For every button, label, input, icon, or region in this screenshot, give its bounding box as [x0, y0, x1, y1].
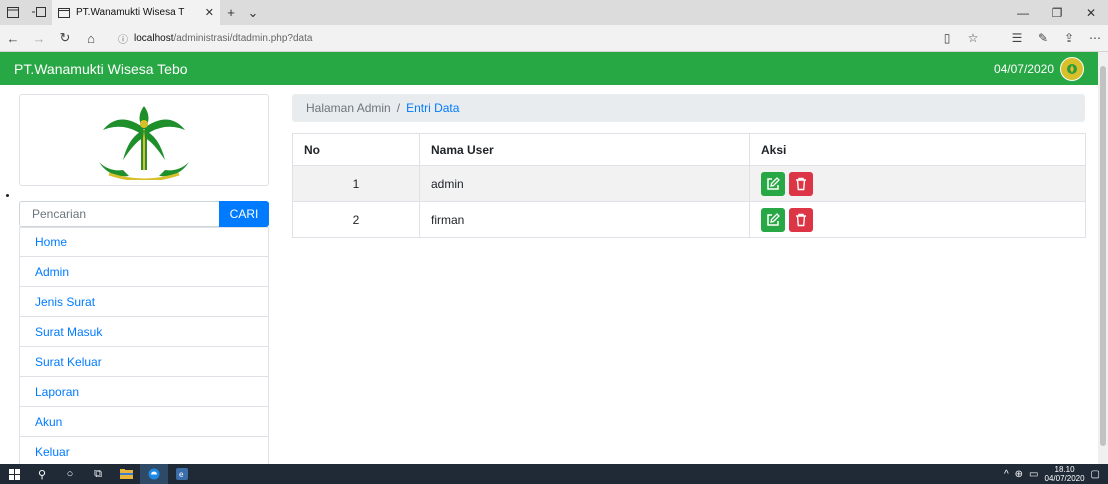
os-taskbar: ⚲ ○ ⧉ e ^ ⊕ ▭ 18.10 04/07/2020 ▢ — [0, 464, 1108, 484]
header-aksi: Aksi — [749, 133, 1086, 166]
pen-icon[interactable]: ✎ — [1030, 31, 1056, 45]
sidebar-item-laporan[interactable]: Laporan — [19, 377, 269, 407]
breadcrumb-active[interactable]: Entri Data — [406, 101, 459, 115]
close-tab-icon[interactable]: ✕ — [205, 6, 214, 19]
sidebar-item-jenis-surat[interactable]: Jenis Surat — [19, 287, 269, 317]
notifications-icon[interactable]: ▢ — [1091, 469, 1100, 480]
table-row: 2 firman — [292, 201, 1086, 238]
row-number: 2 — [292, 201, 420, 238]
set-aside-tabs-icon[interactable] — [26, 0, 52, 25]
trash-icon — [796, 213, 807, 226]
company-logo-icon — [1060, 56, 1084, 81]
address-bar: ← → ↻ ⌂ ⓘ localhost/administrasi/dtadmin… — [0, 25, 1108, 52]
edit-button[interactable] — [761, 171, 785, 196]
info-icon[interactable]: ⓘ — [118, 31, 128, 46]
page-scrollbar[interactable] — [1098, 52, 1108, 464]
table-header-row: No Nama User Aksi — [292, 133, 1086, 166]
system-tray: ^ ⊕ ▭ 18.10 04/07/2020 ▢ — [1004, 465, 1108, 483]
tab-title: PT.Wanamukti Wisesa T — [76, 7, 185, 18]
url-host: localhost — [134, 32, 174, 44]
navbar-date: 04/07/2020 — [993, 61, 1054, 76]
sidebar-item-home[interactable]: Home — [19, 227, 269, 257]
browser-tab[interactable]: PT.Wanamukti Wisesa T ✕ — [52, 0, 220, 25]
navbar-brand[interactable]: PT.Wanamukti Wisesa Tebo — [14, 61, 188, 77]
search-button[interactable]: CARI — [219, 201, 269, 227]
forward-icon[interactable]: → — [26, 25, 52, 52]
table-row: 1 admin — [292, 165, 1086, 202]
sidebar-item-surat-keluar[interactable]: Surat Keluar — [19, 347, 269, 377]
edit-icon — [767, 176, 780, 190]
clock-date: 04/07/2020 — [1044, 474, 1085, 483]
edge-browser-icon[interactable] — [140, 464, 168, 484]
breadcrumb-home[interactable]: Halaman Admin — [306, 101, 391, 115]
share-icon[interactable]: ⇪ — [1056, 31, 1082, 45]
battery-icon[interactable]: ▭ — [1029, 469, 1038, 480]
header-no: No — [292, 133, 420, 166]
back-icon[interactable]: ← — [0, 25, 26, 52]
sidebar-item-akun[interactable]: Akun — [19, 407, 269, 437]
clock-time: 18.10 — [1054, 465, 1075, 474]
row-number: 1 — [292, 165, 420, 202]
app-navbar: PT.Wanamukti Wisesa Tebo 04/07/2020 — [0, 52, 1098, 85]
chevron-down-icon[interactable]: ⌄ — [242, 0, 264, 25]
browser-titlebar: PT.Wanamukti Wisesa T ✕ + ⌄ — ❐ ✕ — [0, 0, 1108, 25]
url-field[interactable]: ⓘ localhost/administrasi/dtadmin.php?dat… — [118, 31, 934, 46]
row-user: firman — [419, 201, 750, 238]
window-controls: — ❐ ✕ — [1006, 0, 1108, 25]
bullet-dot — [6, 194, 9, 197]
row-actions — [749, 165, 1086, 202]
search-input[interactable] — [19, 201, 219, 227]
company-logo — [19, 94, 269, 186]
tab-preview-icon[interactable] — [0, 0, 26, 25]
close-window-icon[interactable]: ✕ — [1074, 0, 1108, 25]
refresh-icon[interactable]: ↻ — [52, 25, 78, 52]
trash-icon — [796, 177, 807, 190]
sidebar-item-surat-masuk[interactable]: Surat Masuk — [19, 317, 269, 347]
scrollbar-thumb[interactable] — [1100, 66, 1106, 446]
edit-icon — [767, 212, 780, 226]
favorites-list-icon[interactable]: ☰ — [1004, 31, 1030, 45]
palm-logo-icon — [99, 106, 189, 180]
sidebar-menu: Home Admin Jenis Surat Surat Masuk Surat… — [19, 227, 269, 464]
new-tab-icon[interactable]: + — [220, 0, 242, 25]
header-nama-user: Nama User — [419, 133, 750, 166]
minimize-icon[interactable]: — — [1006, 0, 1040, 25]
user-table: No Nama User Aksi 1 admin 2 firman — [292, 133, 1086, 238]
cortana-icon[interactable]: ○ — [56, 464, 84, 484]
page-icon — [58, 7, 70, 18]
row-user: admin — [419, 165, 750, 202]
network-icon[interactable]: ⊕ — [1015, 469, 1023, 480]
task-view-icon[interactable]: ⧉ — [84, 464, 112, 484]
breadcrumb: Halaman Admin / Entri Data — [292, 94, 1085, 122]
restore-icon[interactable]: ❐ — [1040, 0, 1074, 25]
address-bar-actions: ▯ ☆ ☰ ✎ ⇪ ⋯ — [934, 31, 1108, 45]
row-actions — [749, 201, 1086, 238]
search-form: CARI — [19, 201, 269, 227]
sidebar-item-keluar[interactable]: Keluar — [19, 437, 269, 464]
more-icon[interactable]: ⋯ — [1082, 31, 1108, 45]
delete-button[interactable] — [789, 171, 814, 196]
breadcrumb-separator: / — [396, 101, 401, 115]
url-path: /administrasi/dtadmin.php?data — [173, 32, 313, 44]
reading-view-icon[interactable]: ▯ — [934, 31, 960, 45]
clock[interactable]: 18.10 04/07/2020 — [1045, 465, 1085, 483]
windows-start-icon[interactable] — [0, 464, 28, 484]
home-icon[interactable]: ⌂ — [78, 25, 104, 52]
svg-text:e: e — [179, 470, 184, 479]
edit-button[interactable] — [761, 207, 785, 232]
delete-button[interactable] — [789, 207, 814, 232]
file-explorer-icon[interactable] — [112, 464, 140, 484]
favorite-star-icon[interactable]: ☆ — [960, 31, 986, 45]
sidebar-item-admin[interactable]: Admin — [19, 257, 269, 287]
search-icon[interactable]: ⚲ — [28, 464, 56, 484]
app-icon[interactable]: e — [168, 464, 196, 484]
chevron-up-icon[interactable]: ^ — [1004, 469, 1009, 480]
